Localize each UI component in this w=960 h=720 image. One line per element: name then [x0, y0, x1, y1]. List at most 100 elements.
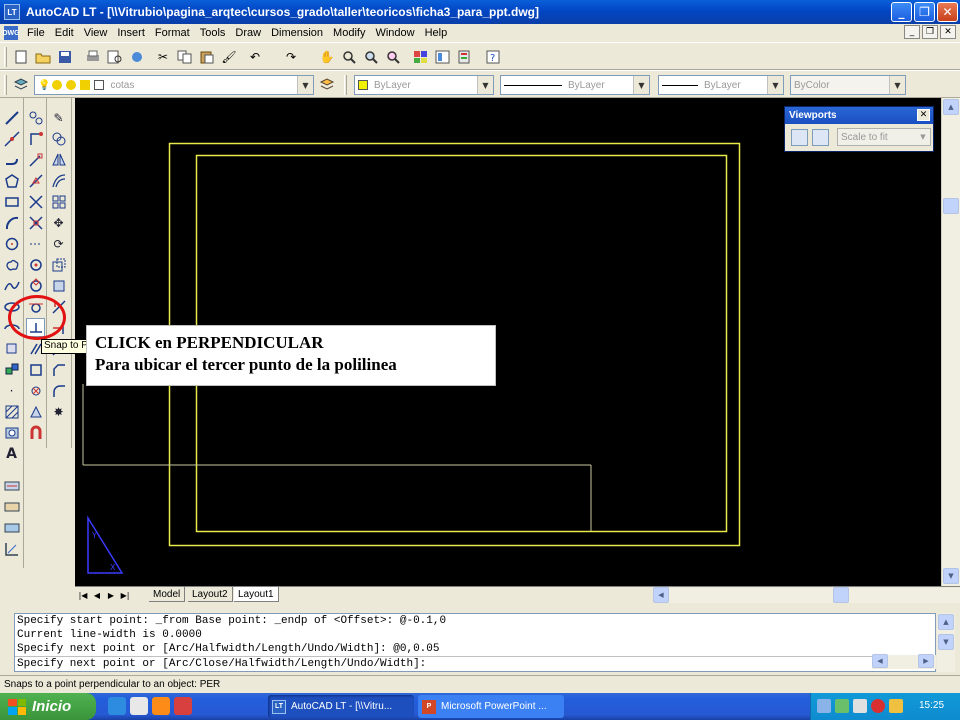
maximize-icon[interactable]: ❐	[914, 2, 935, 22]
menu-help[interactable]: Help	[420, 27, 453, 39]
close-icon[interactable]: ✕	[937, 2, 958, 22]
make-object-layer-current-icon[interactable]	[318, 76, 336, 94]
new-icon[interactable]	[12, 48, 30, 66]
fillet-icon[interactable]	[49, 381, 68, 400]
stretch-icon[interactable]	[49, 276, 68, 295]
scroll-thumb[interactable]	[833, 587, 849, 603]
circle-icon[interactable]	[2, 234, 21, 253]
help-icon[interactable]: ?	[484, 48, 502, 66]
scale-icon[interactable]	[49, 255, 68, 274]
tab-layout1[interactable]: Layout1	[234, 587, 279, 602]
doc-close-icon[interactable]: ✕	[940, 25, 956, 39]
scroll-left-icon[interactable]: ◀	[653, 587, 669, 603]
tray-app-icon[interactable]	[853, 699, 867, 713]
toolbar-grip[interactable]	[344, 75, 347, 95]
menu-insert[interactable]: Insert	[112, 27, 150, 39]
prev-tab-icon[interactable]: ◀	[91, 588, 103, 602]
polygon-icon[interactable]	[2, 171, 21, 190]
rectangle-icon[interactable]	[2, 192, 21, 211]
dimension-aligned-icon[interactable]	[2, 497, 21, 516]
snap-center-icon[interactable]	[26, 255, 45, 274]
chevron-down-icon[interactable]: ▼	[889, 76, 905, 94]
menu-edit[interactable]: Edit	[50, 27, 79, 39]
toolbar-grip[interactable]	[4, 47, 7, 67]
zoom-previous-icon[interactable]	[384, 48, 402, 66]
snap-nearest-icon[interactable]	[26, 402, 45, 421]
snap-extension-icon[interactable]	[26, 234, 45, 253]
first-tab-icon[interactable]: |◀	[77, 588, 89, 602]
vertical-scrollbar[interactable]: ▲ ▼	[941, 98, 960, 586]
properties-icon[interactable]	[412, 48, 430, 66]
command-prompt-input[interactable]: Specify next point or [Arc/Close/Halfwid…	[15, 656, 935, 671]
menu-modify[interactable]: Modify	[328, 27, 370, 39]
menu-tools[interactable]: Tools	[195, 27, 231, 39]
document-icon[interactable]: DWG	[2, 26, 20, 40]
chevron-down-icon[interactable]: ▼	[767, 76, 783, 94]
menu-file[interactable]: File	[22, 27, 50, 39]
last-tab-icon[interactable]: ▶|	[119, 588, 131, 602]
autocad-app-icon[interactable]: LT	[4, 4, 20, 20]
polyline-icon[interactable]	[2, 150, 21, 169]
rotate-icon[interactable]: ⟳	[49, 234, 68, 253]
redo-icon[interactable]: ↷	[282, 48, 300, 66]
menu-draw[interactable]: Draw	[230, 27, 266, 39]
doc-minimize-icon[interactable]: _	[904, 25, 920, 39]
plot-preview-icon[interactable]	[106, 48, 124, 66]
copy-icon[interactable]	[176, 48, 194, 66]
make-block-icon[interactable]	[2, 360, 21, 379]
chevron-down-icon[interactable]: ▼	[477, 76, 493, 94]
menu-view[interactable]: View	[79, 27, 113, 39]
quick-launch-icon[interactable]	[174, 697, 192, 715]
tray-app-icon[interactable]	[889, 699, 903, 713]
viewports-title[interactable]: Viewports	[785, 107, 933, 124]
lineweight-combo[interactable]: ByLayer ▼	[658, 75, 784, 95]
revision-cloud-icon[interactable]	[2, 255, 21, 274]
chamfer-icon[interactable]	[49, 360, 68, 379]
region-icon[interactable]	[2, 423, 21, 442]
dimension-style-icon[interactable]	[2, 539, 21, 558]
chevron-down-icon[interactable]: ▼	[297, 76, 313, 94]
command-hscroll[interactable]: ◀ ▶	[872, 654, 936, 669]
scroll-down-icon[interactable]: ▼	[938, 634, 954, 650]
command-history[interactable]: Specify start point: _from Base point: _…	[14, 613, 936, 672]
toolbar-grip[interactable]	[4, 75, 7, 95]
paste-icon[interactable]	[198, 48, 216, 66]
construction-line-icon[interactable]	[2, 129, 21, 148]
match-properties-icon[interactable]: 🖌	[220, 48, 238, 66]
viewport-scale-combo[interactable]: Scale to fit ▼	[837, 128, 931, 146]
single-viewport-icon[interactable]	[812, 129, 829, 146]
scroll-thumb[interactable]	[943, 198, 959, 214]
snap-none-icon[interactable]	[26, 423, 45, 442]
menu-window[interactable]: Window	[370, 27, 419, 39]
mirror-icon[interactable]	[49, 150, 68, 169]
undo-icon[interactable]: ↶	[246, 48, 264, 66]
snap-apparent-intersection-icon[interactable]	[26, 213, 45, 232]
cut-icon[interactable]: ✂	[154, 48, 172, 66]
snap-endpoint-icon[interactable]	[26, 150, 45, 169]
designcenter-icon[interactable]	[434, 48, 452, 66]
dimension-linear-icon[interactable]	[2, 476, 21, 495]
scroll-up-icon[interactable]: ▲	[943, 99, 959, 115]
clock[interactable]: 15:25	[919, 700, 944, 711]
copy-object-icon[interactable]	[49, 129, 68, 148]
title-bar[interactable]: LT AutoCAD LT - [\\Vitrubio\pagina_arqte…	[0, 0, 960, 24]
multiline-text-icon[interactable]: A	[2, 444, 21, 463]
move-icon[interactable]: ✥	[49, 213, 68, 232]
horizontal-scrollbar[interactable]: ◀ ▶	[653, 587, 960, 603]
outlook-express-icon[interactable]	[130, 697, 148, 715]
command-scrollbar[interactable]: ▲ ▼	[937, 613, 955, 672]
snap-node-icon[interactable]	[26, 381, 45, 400]
scroll-down-icon[interactable]: ▼	[943, 568, 959, 584]
color-combo[interactable]: ByLayer ▼	[354, 75, 494, 95]
tab-model[interactable]: Model	[149, 587, 186, 602]
tray-app-icon[interactable]	[835, 699, 849, 713]
point-icon[interactable]: ·	[2, 381, 21, 400]
internet-explorer-icon[interactable]	[108, 697, 126, 715]
start-button[interactable]: Inicio	[0, 693, 96, 720]
linetype-combo[interactable]: ByLayer ▼	[500, 75, 650, 95]
chevron-down-icon[interactable]: ▼	[916, 129, 930, 145]
pan-realtime-icon[interactable]: ✋	[318, 48, 336, 66]
close-icon[interactable]: ✕	[917, 109, 930, 121]
explode-icon[interactable]: ✸	[49, 402, 68, 421]
publish-icon[interactable]	[128, 48, 146, 66]
